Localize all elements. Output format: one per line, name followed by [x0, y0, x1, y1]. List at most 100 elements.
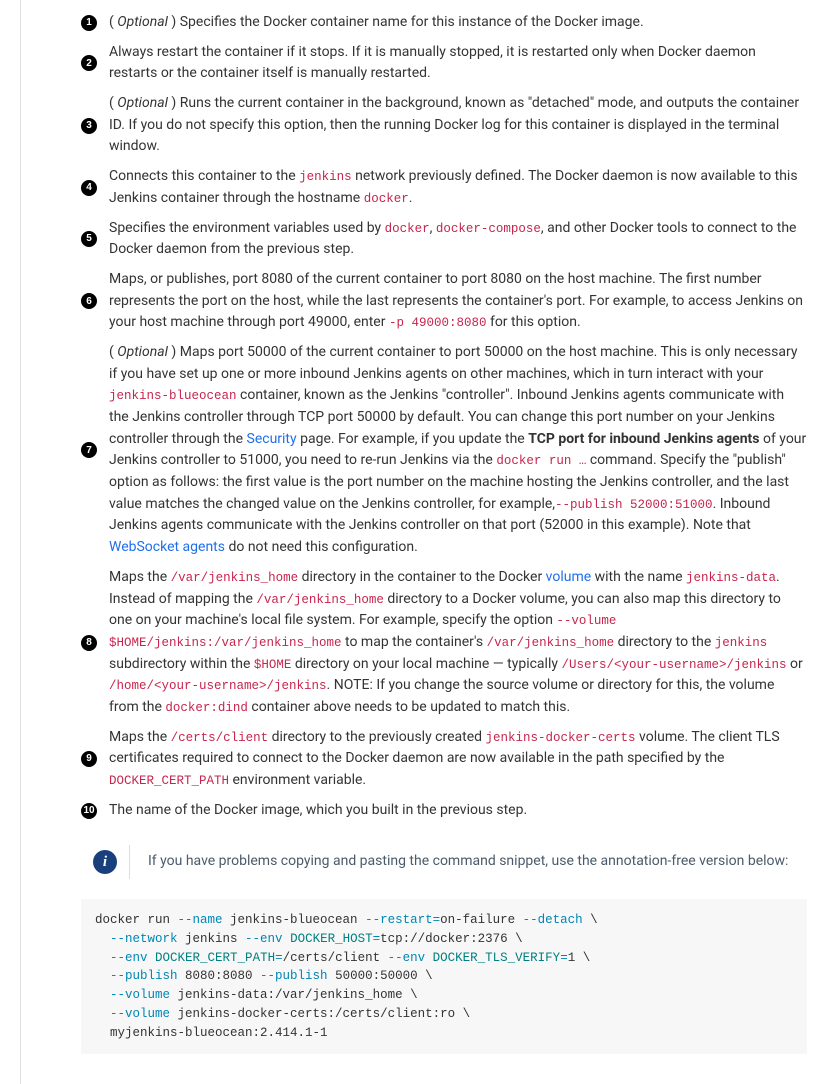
- note-admonition: i If you have problems copying and pasti…: [81, 841, 807, 883]
- code-token: [95, 969, 110, 983]
- callout-text: Maps, or publishes, port 8080 of the cur…: [109, 269, 807, 334]
- callout-number-badge: 9: [81, 751, 97, 767]
- code-token: [425, 951, 433, 965]
- inline-code: /certs/client: [171, 731, 269, 745]
- code-token: =: [560, 951, 568, 965]
- inline-code: DOCKER_CERT_PATH: [109, 774, 229, 788]
- callout-row: 3( Optional ) Runs the current container…: [81, 93, 807, 158]
- inline-code: /var/jenkins_home: [487, 636, 615, 650]
- code-token: --env: [388, 951, 426, 965]
- code-token: jenkins: [178, 932, 246, 946]
- optional-label: Optional: [117, 344, 168, 360]
- callout-number-badge: 5: [81, 231, 97, 247]
- callout-row: 7 ( Optional ) Maps port 50000 of the cur…: [81, 342, 807, 559]
- code-token: [148, 951, 156, 965]
- doc-link[interactable]: volume: [546, 569, 592, 585]
- inline-code: jenkins: [299, 170, 352, 184]
- inline-code: /var/jenkins_home: [256, 593, 384, 607]
- bold-text: TCP port for inbound Jenkins agents: [528, 431, 759, 447]
- inline-code: /var/jenkins_home: [171, 571, 299, 585]
- callout-row: 10 The name of the Docker image, which yo…: [81, 800, 807, 822]
- code-token: --restart: [365, 913, 433, 927]
- callout-number-badge: 2: [81, 55, 97, 71]
- page-content: 1 ( Optional ) Specifies the Docker conta…: [20, 0, 827, 1084]
- code-token: DOCKER_CERT_PATH: [155, 951, 275, 965]
- code-token: 50000:50000: [328, 969, 426, 983]
- code-token: [95, 988, 110, 1002]
- callout-row: 5 Specifies the environment variables use…: [81, 218, 807, 261]
- inline-code: docker:dind: [165, 701, 248, 715]
- callout-text: Always restart the container if it stops…: [109, 42, 807, 85]
- code-token: --network: [110, 932, 178, 946]
- callout-text: Connects this container to the jenkins n…: [109, 166, 807, 209]
- callout-text: Maps the /var/jenkins_home directory in …: [109, 567, 807, 719]
- code-token: /certs/client: [283, 951, 388, 965]
- code-token: \: [583, 951, 591, 965]
- code-token: docker run: [95, 913, 178, 927]
- callout-row: 2 Always restart the container if it stop…: [81, 42, 807, 85]
- callout-number-badge: 3: [81, 118, 97, 134]
- callout-list: 1 ( Optional ) Specifies the Docker conta…: [81, 12, 807, 821]
- code-token: jenkins-blueocean: [223, 913, 366, 927]
- callout-row: 1 ( Optional ) Specifies the Docker conta…: [81, 12, 807, 34]
- inline-code: /Users/<your-username>/jenkins: [561, 658, 786, 672]
- code-token: =: [433, 913, 441, 927]
- inline-code: jenkins: [715, 636, 768, 650]
- code-token: \: [463, 1007, 471, 1021]
- callout-number-badge: 4: [81, 180, 97, 196]
- callout-text: Maps the /certs/client directory to the …: [109, 727, 807, 792]
- inline-code: jenkins-blueocean: [109, 389, 237, 403]
- callout-number-badge: 10: [81, 803, 97, 819]
- code-token: --env: [245, 932, 283, 946]
- note-text: If you have problems copying and pasting…: [129, 845, 807, 879]
- inline-code: docker: [385, 222, 430, 236]
- code-block[interactable]: docker run --name jenkins-blueocean --re…: [81, 899, 807, 1054]
- code-token: --env: [110, 951, 148, 965]
- callout-number-badge: 1: [81, 15, 97, 31]
- code-token: 8080:8080: [178, 969, 261, 983]
- code-token: --volume: [110, 1007, 170, 1021]
- code-token: [95, 1007, 110, 1021]
- inline-code: docker-compose: [436, 222, 541, 236]
- inline-code: jenkins-data: [686, 571, 776, 585]
- doc-link[interactable]: WebSocket agents: [109, 539, 225, 555]
- code-token: \: [410, 988, 418, 1002]
- code-token: --detach: [523, 913, 583, 927]
- code-token: jenkins-docker-certs:/certs/client:ro: [170, 1007, 463, 1021]
- inline-code: -p 49000:8080: [389, 316, 487, 330]
- inline-code: jenkins-docker-certs: [486, 731, 636, 745]
- inline-code: docker run …: [496, 454, 586, 468]
- code-token: on-failure: [440, 913, 523, 927]
- callout-text: The name of the Docker image, which you …: [109, 800, 807, 822]
- info-icon: i: [81, 850, 129, 874]
- inline-code: docker: [364, 192, 409, 206]
- callout-row: 9 Maps the /certs/client directory to the…: [81, 727, 807, 792]
- code-token: jenkins-data:/var/jenkins_home: [170, 988, 410, 1002]
- callout-row: 6 Maps, or publishes, port 8080 of the cu…: [81, 269, 807, 334]
- code-token: [95, 951, 110, 965]
- callout-number-badge: 6: [81, 293, 97, 309]
- callout-text: ( Optional ) Specifies the Docker contai…: [109, 12, 807, 34]
- callout-text: ( Optional ) Maps port 50000 of the curr…: [109, 342, 807, 559]
- inline-code: --publish 52000:51000: [555, 498, 713, 512]
- inline-code: /home/<your-username>/jenkins: [109, 679, 327, 693]
- inline-code: $HOME: [254, 658, 292, 672]
- code-token: [283, 932, 291, 946]
- doc-link[interactable]: Security: [247, 431, 297, 447]
- callout-number-badge: 8: [81, 635, 97, 651]
- code-token: [95, 932, 110, 946]
- code-token: DOCKER_TLS_VERIFY: [433, 951, 561, 965]
- code-token: [583, 913, 591, 927]
- code-token: --volume: [110, 988, 170, 1002]
- code-token: \: [590, 913, 598, 927]
- callout-text: Specifies the environment variables used…: [109, 218, 807, 261]
- code-token: tcp://docker:2376: [380, 932, 515, 946]
- callout-number-badge: 7: [81, 442, 97, 458]
- code-token: =: [373, 932, 381, 946]
- optional-label: Optional: [117, 95, 168, 111]
- code-token: \: [515, 932, 523, 946]
- optional-label: Optional: [117, 14, 168, 30]
- code-token: 1: [568, 951, 583, 965]
- callout-row: 4 Connects this container to the jenkins …: [81, 166, 807, 209]
- callout-row: 8 Maps the /var/jenkins_home directory in…: [81, 567, 807, 719]
